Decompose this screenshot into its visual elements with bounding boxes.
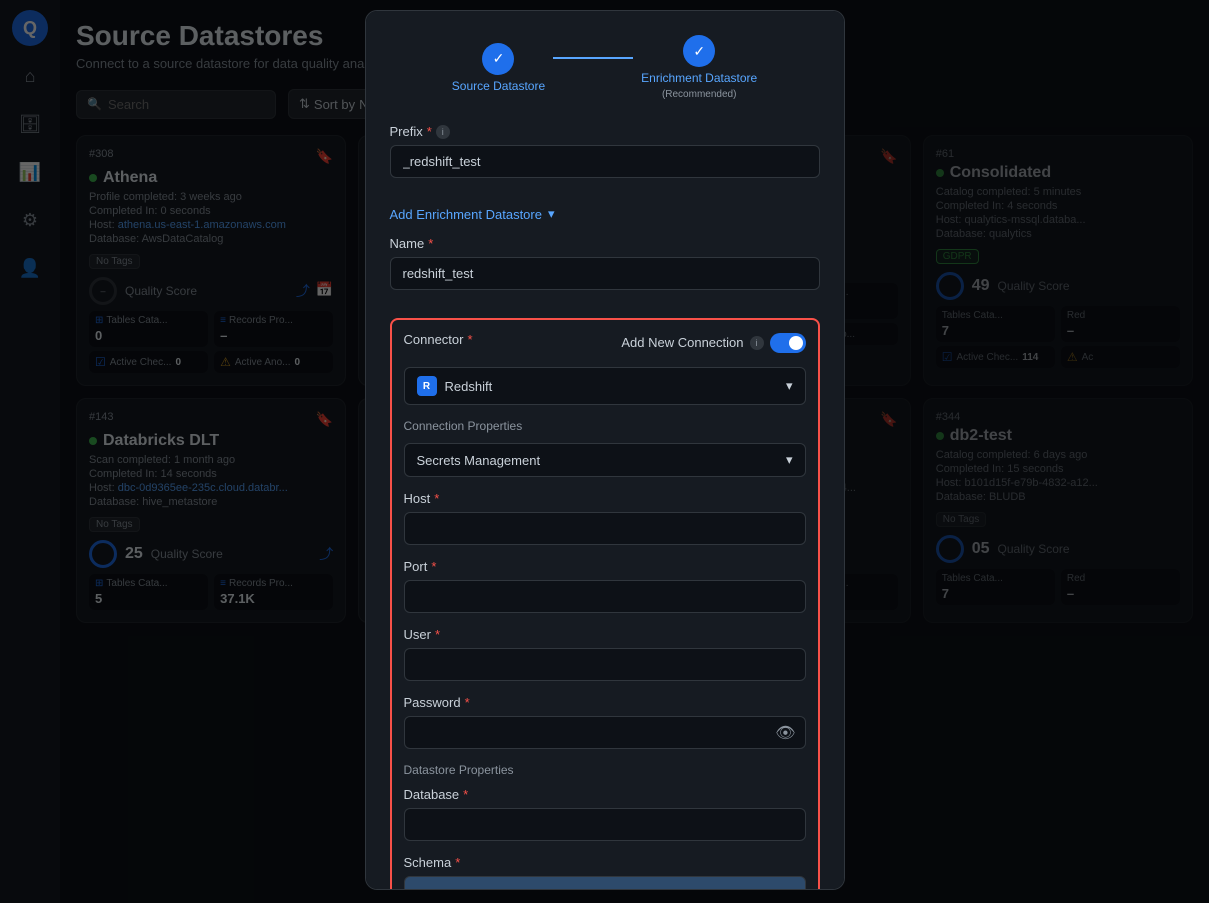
connector-select[interactable]: R Redshift ▾ <box>404 367 806 405</box>
add-connection: Add New Connection i <box>621 333 805 353</box>
port-group: Port * <box>404 559 806 613</box>
password-field: 👁 <box>404 716 806 749</box>
step-2-label: Enrichment Datastore <box>641 71 757 85</box>
datastore-props-label: Datastore Properties <box>404 763 806 777</box>
enrichment-label: Add Enrichment Datastore <box>390 207 542 222</box>
chevron-down-icon: ▾ <box>786 452 793 468</box>
password-label: Password * <box>404 695 806 710</box>
chevron-down-icon: ▾ <box>548 206 555 222</box>
password-input[interactable] <box>404 716 806 749</box>
host-label: Host * <box>404 491 806 506</box>
user-label: User * <box>404 627 806 642</box>
name-label: Name * <box>390 236 820 251</box>
step-line <box>553 57 633 59</box>
connection-props-label: Connection Properties <box>404 419 806 433</box>
connector-row: Connector * Add New Connection i <box>404 332 806 353</box>
step-2-circle: ✓ <box>683 35 715 67</box>
user-input[interactable] <box>404 648 806 681</box>
prefix-info-icon[interactable]: i <box>436 125 450 139</box>
step-1-label: Source Datastore <box>452 79 545 93</box>
stepper: ✓ Source Datastore ✓ Enrichment Datastor… <box>390 35 820 100</box>
step-1-circle: ✓ <box>482 43 514 75</box>
connector-section: Connector * Add New Connection i R Redsh… <box>390 318 820 890</box>
chevron-down-icon: ▾ <box>786 378 793 394</box>
connector-select-inner: R Redshift <box>417 376 493 396</box>
prefix-input[interactable] <box>390 145 820 178</box>
database-label: Database * <box>404 787 806 802</box>
secrets-select[interactable]: Secrets Management ▾ <box>404 443 806 477</box>
prefix-label: Prefix * i <box>390 124 820 139</box>
add-connection-toggle[interactable] <box>770 333 806 353</box>
step-2: ✓ Enrichment Datastore (Recommended) <box>641 35 757 100</box>
step-2-sublabel: (Recommended) <box>662 89 736 100</box>
schema-group: Schema * <box>404 855 806 890</box>
port-label: Port * <box>404 559 806 574</box>
host-group: Host * <box>404 491 806 545</box>
add-connection-info[interactable]: i <box>750 336 764 350</box>
step-1: ✓ Source Datastore <box>452 43 545 93</box>
database-input[interactable] <box>404 808 806 841</box>
prefix-group: Prefix * i <box>390 124 820 192</box>
user-group: User * <box>404 627 806 681</box>
connector-label: Connector * <box>404 332 473 347</box>
host-input[interactable] <box>404 512 806 545</box>
name-input[interactable] <box>390 257 820 290</box>
schema-label: Schema * <box>404 855 806 870</box>
password-group: Password * 👁 <box>404 695 806 749</box>
add-connection-label: Add New Connection <box>621 335 743 350</box>
database-group: Database * <box>404 787 806 841</box>
enrichment-collapsible[interactable]: Add Enrichment Datastore ▾ <box>390 206 820 222</box>
connector-value: Redshift <box>445 379 493 394</box>
dialog: ✓ Source Datastore ✓ Enrichment Datastor… <box>365 10 845 890</box>
eye-icon[interactable]: 👁 <box>775 723 795 743</box>
redshift-icon: R <box>417 376 437 396</box>
secrets-label: Secrets Management <box>417 453 541 468</box>
port-input[interactable] <box>404 580 806 613</box>
dialog-overlay: ✓ Source Datastore ✓ Enrichment Datastor… <box>0 0 1209 903</box>
schema-input[interactable] <box>404 876 806 890</box>
name-group: Name * <box>390 236 820 304</box>
